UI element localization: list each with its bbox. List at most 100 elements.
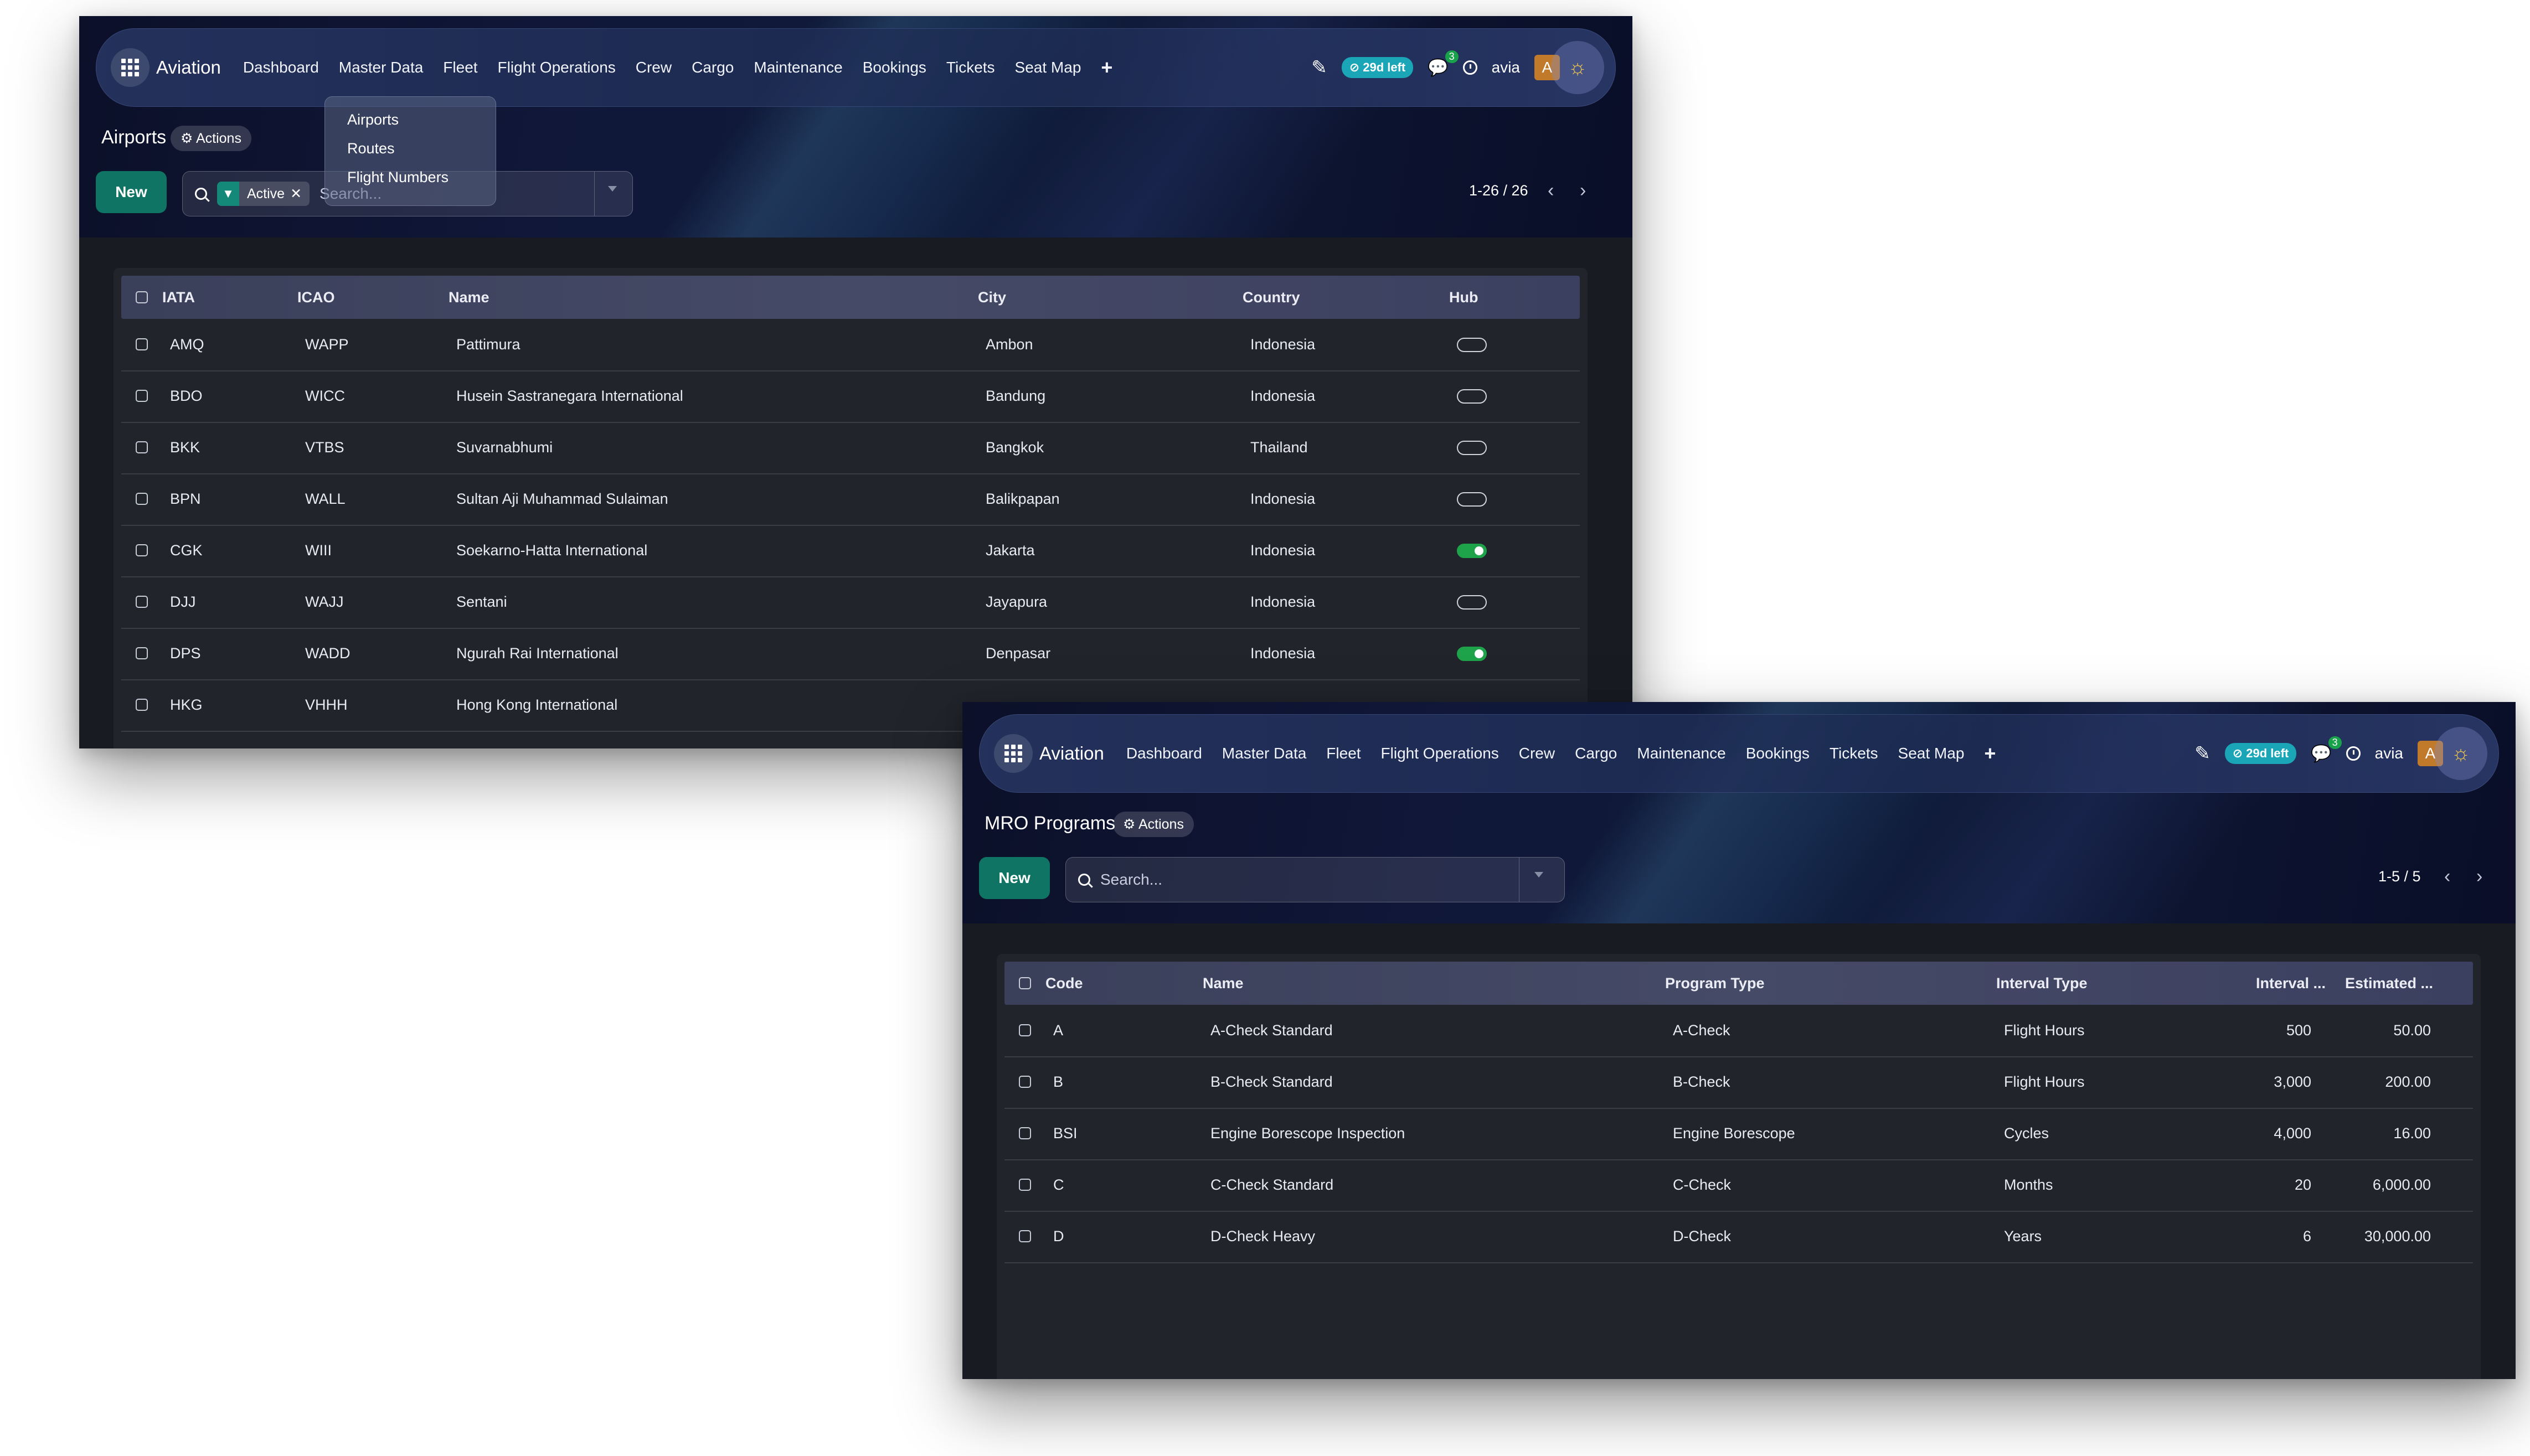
- messages-button[interactable]: 💬 3: [2311, 736, 2342, 763]
- hub-toggle[interactable]: [1457, 338, 1487, 352]
- menu-tickets[interactable]: Tickets: [1830, 745, 1878, 762]
- row-checkbox[interactable]: [1019, 1076, 1031, 1088]
- filter-facet[interactable]: ▼ Active ✕: [217, 182, 310, 206]
- table-row[interactable]: AMQ WAPP Pattimura Ambon Indonesia: [121, 319, 1580, 371]
- menu-bookings[interactable]: Bookings: [863, 59, 926, 76]
- menu-crew[interactable]: Crew: [636, 59, 672, 76]
- table-row[interactable]: C C-Check Standard C-Check Months 20 6,0…: [1004, 1159, 2473, 1212]
- table-row[interactable]: A A-Check Standard A-Check Flight Hours …: [1004, 1005, 2473, 1057]
- hub-toggle[interactable]: [1457, 441, 1487, 455]
- table-row[interactable]: B B-Check Standard B-Check Flight Hours …: [1004, 1056, 2473, 1109]
- actions-button[interactable]: ⚙ Actions: [171, 126, 251, 151]
- menu-fleet[interactable]: Fleet: [443, 59, 477, 76]
- hub-toggle[interactable]: [1457, 492, 1487, 507]
- menu-maintenance[interactable]: Maintenance: [1637, 745, 1725, 762]
- new-button[interactable]: New: [979, 857, 1050, 899]
- trial-badge[interactable]: ⊘ 29d left: [1341, 57, 1414, 78]
- table-row[interactable]: BSI Engine Borescope Inspection Engine B…: [1004, 1108, 2473, 1160]
- hub-toggle[interactable]: [1457, 389, 1487, 404]
- remove-filter-icon[interactable]: ✕: [290, 185, 310, 202]
- pager-next-icon[interactable]: ›: [1580, 180, 1586, 202]
- column-interval[interactable]: Interval ...: [2256, 975, 2326, 992]
- menu-seat-map[interactable]: Seat Map: [1898, 745, 1965, 762]
- row-checkbox[interactable]: [136, 544, 148, 556]
- table-row[interactable]: BDO WICC Husein Sastranegara Internation…: [121, 370, 1580, 423]
- menu-bookings[interactable]: Bookings: [1746, 745, 1810, 762]
- apps-menu-button[interactable]: [111, 48, 150, 87]
- dropdown-item-routes[interactable]: Routes: [347, 140, 395, 157]
- search-options-toggle[interactable]: [1534, 872, 1543, 877]
- column-name[interactable]: Name: [449, 289, 489, 306]
- activity-clock-icon[interactable]: [2346, 746, 2361, 761]
- table-row[interactable]: D D-Check Heavy D-Check Years 6 30,000.0…: [1004, 1211, 2473, 1263]
- add-menu-icon[interactable]: +: [1984, 742, 1996, 765]
- hub-toggle[interactable]: [1457, 647, 1487, 661]
- table-row[interactable]: DJJ WAJJ Sentani Jayapura Indonesia: [121, 576, 1580, 629]
- apps-menu-button[interactable]: [994, 734, 1033, 773]
- theme-sun-icon[interactable]: ☼: [1551, 41, 1604, 94]
- actions-button[interactable]: ⚙ Actions: [1113, 812, 1194, 837]
- user-name[interactable]: avia: [1492, 59, 1520, 76]
- new-button[interactable]: New: [96, 171, 167, 213]
- hub-toggle[interactable]: [1457, 595, 1487, 610]
- column-iata[interactable]: IATA: [162, 289, 195, 306]
- menu-maintenance[interactable]: Maintenance: [754, 59, 842, 76]
- activity-clock-icon[interactable]: [1462, 60, 1477, 75]
- table-row[interactable]: BKK VTBS Suvarnabhumi Bangkok Thailand: [121, 422, 1580, 474]
- column-name[interactable]: Name: [1203, 975, 1244, 992]
- row-checkbox[interactable]: [1019, 1127, 1031, 1139]
- menu-dashboard[interactable]: Dashboard: [243, 59, 319, 76]
- select-all-checkbox[interactable]: [136, 291, 148, 303]
- magic-wand-icon[interactable]: ✎: [1311, 56, 1327, 79]
- row-checkbox[interactable]: [136, 390, 148, 402]
- dropdown-item-airports[interactable]: Airports: [347, 111, 399, 128]
- app-brand[interactable]: Aviation: [156, 57, 221, 78]
- table-row[interactable]: DPS WADD Ngurah Rai International Denpas…: [121, 628, 1580, 680]
- dropdown-item-flight-numbers[interactable]: Flight Numbers: [347, 169, 449, 186]
- table-row[interactable]: BPN WALL Sultan Aji Muhammad Sulaiman Ba…: [121, 473, 1580, 526]
- trial-badge[interactable]: ⊘ 29d left: [2224, 743, 2297, 764]
- row-checkbox[interactable]: [1019, 1024, 1031, 1036]
- row-checkbox[interactable]: [136, 699, 148, 711]
- search-input[interactable]: [1099, 870, 1564, 889]
- menu-dashboard[interactable]: Dashboard: [1126, 745, 1202, 762]
- messages-button[interactable]: 💬 3: [1428, 50, 1459, 78]
- pager-value[interactable]: 1-5 / 5: [2378, 868, 2421, 885]
- column-country[interactable]: Country: [1243, 289, 1300, 306]
- theme-sun-icon[interactable]: ☼: [2434, 727, 2487, 780]
- menu-flight-operations[interactable]: Flight Operations: [1381, 745, 1499, 762]
- row-checkbox[interactable]: [136, 493, 148, 505]
- table-row[interactable]: CGK WIII Soekarno-Hatta International Ja…: [121, 525, 1580, 577]
- menu-master-data[interactable]: Master Data: [339, 59, 424, 76]
- column-hub[interactable]: Hub: [1449, 289, 1478, 306]
- magic-wand-icon[interactable]: ✎: [2194, 742, 2210, 765]
- column-city[interactable]: City: [978, 289, 1006, 306]
- pager-previous-icon[interactable]: ‹: [1548, 180, 1554, 202]
- row-checkbox[interactable]: [136, 338, 148, 350]
- hub-toggle[interactable]: [1457, 544, 1487, 558]
- pager-next-icon[interactable]: ›: [2476, 866, 2482, 887]
- column-icao[interactable]: ICAO: [297, 289, 335, 306]
- pager-value[interactable]: 1-26 / 26: [1469, 182, 1528, 199]
- column-code[interactable]: Code: [1045, 975, 1083, 992]
- select-all-checkbox[interactable]: [1019, 977, 1031, 989]
- app-brand[interactable]: Aviation: [1039, 743, 1104, 764]
- menu-cargo[interactable]: Cargo: [692, 59, 734, 76]
- menu-seat-map[interactable]: Seat Map: [1015, 59, 1081, 76]
- row-checkbox[interactable]: [136, 596, 148, 608]
- column-interval-type[interactable]: Interval Type: [1996, 975, 2088, 992]
- menu-cargo[interactable]: Cargo: [1575, 745, 1617, 762]
- user-name[interactable]: avia: [2375, 745, 2403, 762]
- search-options-toggle[interactable]: [608, 186, 617, 192]
- add-menu-icon[interactable]: +: [1101, 56, 1112, 79]
- menu-master-data[interactable]: Master Data: [1222, 745, 1307, 762]
- row-checkbox[interactable]: [1019, 1230, 1031, 1242]
- row-checkbox[interactable]: [1019, 1179, 1031, 1191]
- menu-crew[interactable]: Crew: [1519, 745, 1555, 762]
- pager-previous-icon[interactable]: ‹: [2444, 866, 2450, 887]
- menu-flight-operations[interactable]: Flight Operations: [498, 59, 616, 76]
- column-estimated[interactable]: Estimated ...: [2345, 975, 2433, 992]
- column-program-type[interactable]: Program Type: [1665, 975, 1765, 992]
- row-checkbox[interactable]: [136, 441, 148, 453]
- menu-tickets[interactable]: Tickets: [946, 59, 995, 76]
